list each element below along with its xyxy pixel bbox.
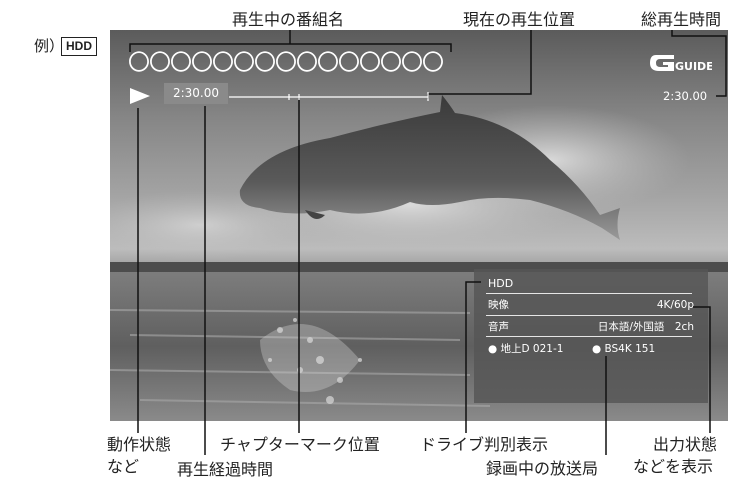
callout-program-name: 再生中の番組名	[232, 10, 345, 29]
callout-output-status: 出力状態	[653, 435, 718, 454]
callout-total-time: 総再生時間	[641, 10, 722, 29]
panel-divider	[486, 293, 692, 294]
callout-current-position: 現在の再生位置	[463, 10, 576, 29]
callout-operation-status: 動作状態	[107, 435, 172, 454]
callout-elapsed-time: 再生経過時間	[177, 460, 274, 479]
audio-value: 日本語/外国語 2ch	[597, 321, 694, 333]
panel-divider	[486, 315, 692, 316]
callout-chapter-mark: チャプターマーク位置	[220, 435, 380, 454]
example-label: 例）	[34, 37, 65, 55]
video-label: 映像	[488, 299, 509, 311]
station-bs4k: ● BS4K 151	[592, 343, 656, 355]
elapsed-time-readout: 2:30.00	[164, 83, 228, 104]
callout-operation-status-2: など	[107, 457, 140, 476]
callout-drive-display: ドライブ判別表示	[420, 435, 549, 454]
info-panel: HDD 映像 4K/60p 音声 日本語/外国語 2ch ● 地上D 021-1…	[474, 269, 708, 403]
callout-output-status-2: などを表示	[633, 457, 714, 476]
drive-indicator: HDD	[488, 277, 514, 290]
panel-divider	[486, 336, 692, 337]
total-time-readout: 2:30.00	[663, 89, 708, 103]
example-badge: HDD	[61, 37, 97, 56]
gguide-logo: GUIDE	[650, 55, 712, 73]
audio-label: 音声	[488, 321, 509, 333]
video-value: 4K/60p	[656, 299, 694, 311]
gguide-logo-text: GUIDE	[675, 60, 712, 73]
program-title-circles: 〇〇〇〇〇〇〇〇〇〇〇〇〇〇〇	[128, 51, 444, 76]
callout-recording-station: 録画中の放送局	[486, 459, 599, 478]
play-icon	[130, 88, 150, 104]
diagram-root: 例） HDD 再生中の番組名 現在の再生位置 総再生時間 〇〇〇〇〇〇〇〇〇〇〇…	[0, 0, 733, 481]
station-terrestrial: ● 地上D 021-1	[488, 343, 564, 355]
